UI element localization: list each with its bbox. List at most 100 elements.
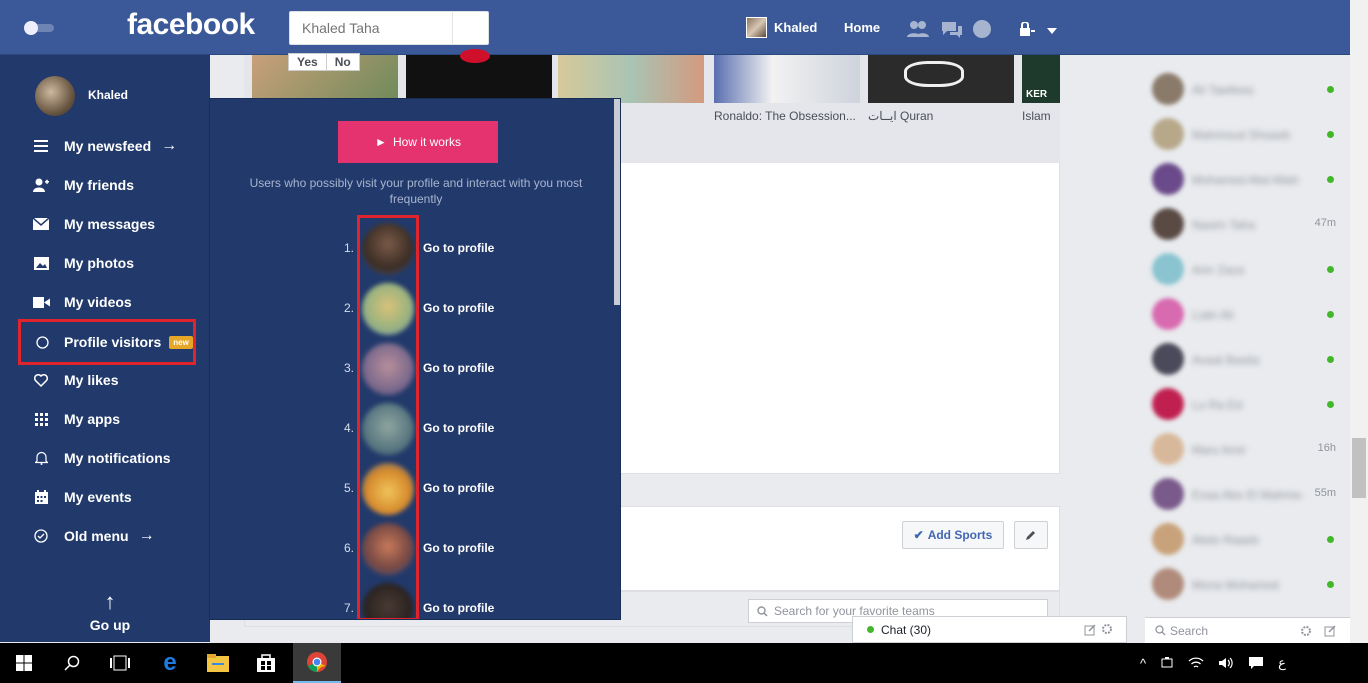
home-link[interactable]: Home: [844, 20, 880, 35]
new-badge: new: [169, 335, 193, 349]
page-title[interactable]: ايــات Quran: [868, 109, 933, 123]
chat-contact[interactable]: Mahmoud Shoaeb: [1144, 112, 1350, 157]
action-center-icon[interactable]: [1248, 656, 1264, 670]
gear-icon[interactable]: [1101, 623, 1113, 635]
sidebar-item-newsfeed[interactable]: My newsfeed →: [18, 127, 196, 165]
go-to-profile-link[interactable]: Go to profile: [423, 301, 494, 315]
chevron-up-icon[interactable]: ^: [1140, 656, 1146, 671]
chat-contact[interactable]: Mohamed Abd Allah: [1144, 157, 1350, 202]
search-field[interactable]: [289, 11, 489, 45]
input-language[interactable]: ع: [1278, 655, 1286, 671]
contact-name: Lojin Ali: [1192, 308, 1234, 320]
contact-name: Mohamed Abd Allah: [1192, 173, 1299, 185]
user-avatar[interactable]: [35, 76, 75, 116]
go-to-profile-link[interactable]: Go to profile: [423, 481, 494, 495]
chat-bar[interactable]: Chat (30): [852, 616, 1127, 643]
page-thumbnail[interactable]: Yes No: [252, 53, 398, 103]
task-view-button[interactable]: [96, 643, 144, 683]
poll-yes-button[interactable]: Yes: [289, 54, 327, 70]
poll-no-button[interactable]: No: [327, 54, 359, 70]
compose-icon[interactable]: [1084, 624, 1096, 636]
sidebar-item-apps[interactable]: My apps: [18, 400, 196, 438]
avatar: [1152, 118, 1184, 150]
go-to-profile-link[interactable]: Go to profile: [423, 361, 494, 375]
page-thumbnail[interactable]: [558, 55, 704, 103]
go-to-profile-link[interactable]: Go to profile: [423, 541, 494, 555]
chat-contact[interactable]: Lu Ra Ed: [1144, 382, 1350, 427]
battery-icon[interactable]: [1160, 656, 1174, 670]
chat-contact[interactable]: Abdo Rageb: [1144, 517, 1350, 562]
page-title[interactable]: Ronaldo: The Obsession...: [714, 109, 856, 123]
file-explorer-app[interactable]: [194, 643, 242, 683]
user-name[interactable]: Khaled: [88, 88, 128, 102]
page-thumbnail[interactable]: KER: [1022, 55, 1060, 103]
chat-contact[interactable]: Esaa Abo El Mahmed 55m: [1144, 472, 1350, 517]
left-sidebar-menu: Khaled My newsfeed → My friends My messa…: [0, 55, 210, 642]
sidebar-item-messages[interactable]: My messages: [18, 205, 196, 243]
wifi-icon[interactable]: [1188, 656, 1204, 670]
search-button[interactable]: [48, 643, 96, 683]
page-scrollbar[interactable]: [1350, 0, 1368, 643]
scrollbar-thumb[interactable]: [1352, 438, 1366, 498]
go-to-profile-link[interactable]: Go to profile: [423, 241, 494, 255]
chat-contact[interactable]: Ali Tawfeeq: [1144, 67, 1350, 112]
page-thumbnail[interactable]: [714, 55, 860, 103]
page-thumbnail[interactable]: [868, 55, 1014, 103]
sidebar-item-label: My notifications: [64, 450, 171, 466]
account-menu-icon[interactable]: [1019, 22, 1059, 38]
sidebar-item-videos[interactable]: My videos: [18, 283, 196, 321]
sidebar-item-photos[interactable]: My photos: [18, 244, 196, 282]
go-to-profile-link[interactable]: Go to profile: [423, 421, 494, 435]
check-circle-icon: [18, 529, 64, 543]
sidebar-item-friends[interactable]: My friends: [18, 166, 196, 204]
friend-requests-icon[interactable]: [906, 19, 930, 39]
page-thumbnail[interactable]: [406, 49, 552, 103]
messages-icon[interactable]: [940, 19, 964, 39]
edge-app[interactable]: e: [146, 643, 194, 683]
checkmark-icon: ✔: [913, 528, 924, 542]
sidebar-item-profile-visitors[interactable]: Profile visitors new: [18, 319, 196, 365]
online-dot-icon: [1327, 356, 1334, 363]
sidebar-item-events[interactable]: My events: [18, 478, 196, 516]
chat-contact[interactable]: Ayaat Bastia: [1144, 337, 1350, 382]
sidebar-item-old-menu[interactable]: Old menu →: [18, 517, 196, 555]
chat-search-input[interactable]: Search: [1145, 617, 1350, 643]
go-to-profile-link[interactable]: Go to profile: [423, 601, 494, 615]
edit-button[interactable]: [1014, 521, 1048, 549]
chat-contact[interactable]: Nasim Taha 47m: [1144, 202, 1350, 247]
sidebar-toggle-icon[interactable]: [22, 20, 56, 36]
chrome-app[interactable]: [293, 643, 341, 683]
chat-sidebar: Ali Tawfeeq Mahmoud Shoaeb Mohamed Abd A…: [1144, 55, 1350, 642]
sidebar-item-likes[interactable]: My likes: [18, 361, 196, 399]
chat-contact[interactable]: Mary Amir 16h: [1144, 427, 1350, 472]
how-it-works-label: How it works: [392, 135, 461, 149]
chat-contact[interactable]: Mona Mohamed: [1144, 562, 1350, 607]
how-it-works-button[interactable]: ► How it works: [338, 121, 498, 163]
facebook-logo[interactable]: facebook: [127, 8, 255, 42]
go-up-button[interactable]: ↑ Go up: [0, 589, 220, 633]
chat-contact[interactable]: Lojin Ali: [1144, 292, 1350, 337]
store-app[interactable]: [242, 643, 290, 683]
notifications-globe-icon[interactable]: [970, 19, 994, 39]
chat-contact[interactable]: Amr Zaza: [1144, 247, 1350, 292]
chat-search-placeholder: Search: [1170, 623, 1209, 638]
sidebar-item-notifications[interactable]: My notifications: [18, 439, 196, 477]
avatar: [1152, 388, 1184, 420]
page-title[interactable]: Islam: [1022, 109, 1051, 123]
go-up-label: Go up: [89, 617, 131, 633]
sidebar-item-label: My newsfeed: [64, 138, 152, 154]
compose-icon[interactable]: [1324, 625, 1336, 637]
visitor-rank: 6.: [343, 541, 354, 555]
videos-icon: [18, 296, 64, 308]
sidebar-item-label: My friends: [64, 177, 135, 193]
panel-scrollbar[interactable]: [614, 99, 620, 305]
task-view-icon: [110, 655, 130, 671]
start-button[interactable]: [0, 643, 48, 683]
profile-link[interactable]: Khaled: [746, 17, 817, 38]
gear-icon[interactable]: [1300, 625, 1312, 637]
volume-icon[interactable]: [1218, 656, 1234, 670]
visitor-rank: 4.: [343, 421, 354, 435]
search-input[interactable]: [290, 12, 440, 44]
search-button[interactable]: [452, 12, 488, 44]
add-sports-button[interactable]: ✔ Add Sports: [902, 521, 1004, 549]
